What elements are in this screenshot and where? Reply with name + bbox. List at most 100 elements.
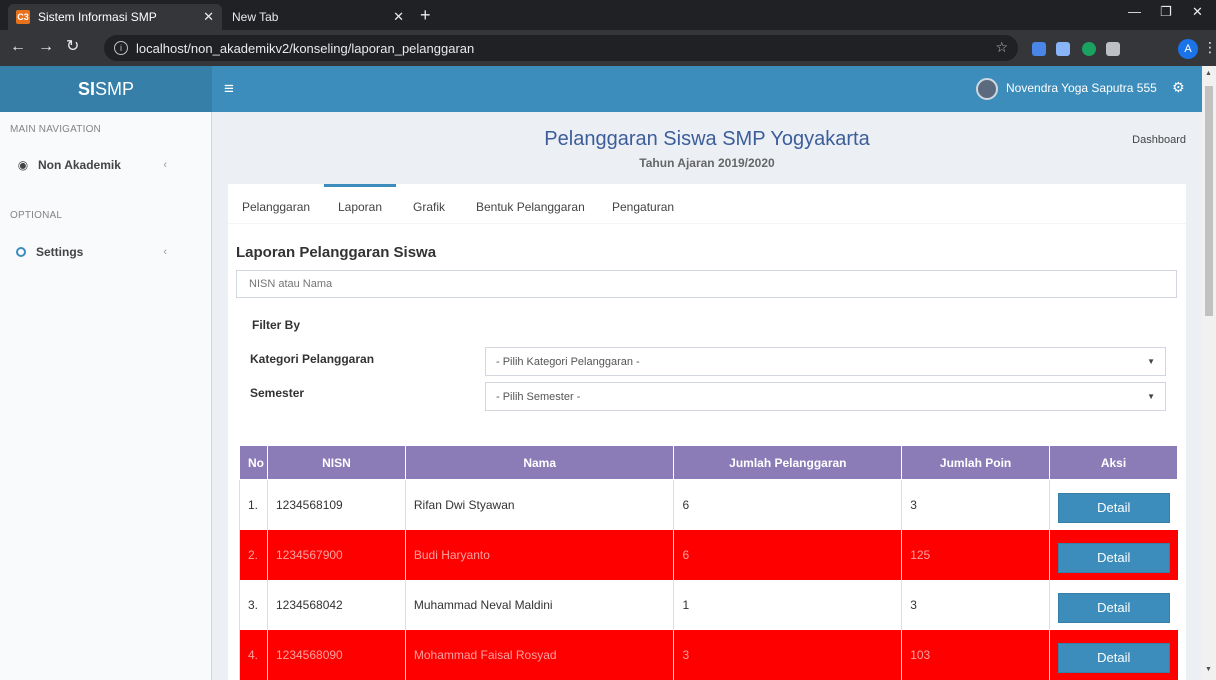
extension-icon[interactable] <box>1106 42 1120 56</box>
browser-tab-inactive[interactable]: New Tab ✕ <box>224 4 412 30</box>
logo-text: SMP <box>95 78 135 99</box>
filter-title: Filter By <box>252 318 301 332</box>
column-header: Jumlah Pelanggaran <box>673 445 903 480</box>
extension-icon[interactable] <box>1082 42 1096 56</box>
maximize-icon[interactable]: ❐ <box>1160 4 1172 20</box>
weather-extension-icon[interactable] <box>1056 42 1070 56</box>
cell-nama: Mohammad Faisal Rosyad <box>404 629 674 680</box>
report-panel: Pelanggaran Laporan Grafik Bentuk Pelang… <box>228 184 1186 680</box>
cell-aksi: Detail <box>1048 529 1178 580</box>
sidebar-item-label: Settings <box>36 245 84 259</box>
tab-bentuk-pelanggaran[interactable]: Bentuk Pelanggaran <box>476 184 585 224</box>
tab-pengaturan[interactable]: Pengaturan <box>612 184 674 224</box>
optional-header: OPTIONAL <box>10 210 63 221</box>
table-row: 2. 1234567900 Budi Haryanto 6 125 Detail <box>239 529 1178 580</box>
tab-grafik[interactable]: Grafik <box>413 184 445 224</box>
cell-aksi: Detail <box>1048 479 1178 530</box>
info-icon[interactable]: i <box>114 41 128 55</box>
page-title: Pelanggaran Siswa SMP Yogyakarta <box>544 128 870 150</box>
scrollbar-thumb[interactable] <box>1205 86 1213 316</box>
violations-table: No NISN Nama Jumlah Pelanggaran Jumlah P… <box>239 445 1179 680</box>
cell-jumlah-poin: 125 <box>901 529 1050 580</box>
reload-icon[interactable]: ↻ <box>66 38 79 56</box>
app-favicon-icon: C3 <box>16 10 30 24</box>
dashboard-icon: ◉ <box>17 158 29 172</box>
main-navigation-header: MAIN NAVIGATION <box>10 124 101 135</box>
menu-toggle-icon[interactable]: ≡ <box>224 79 234 99</box>
profile-avatar[interactable]: A <box>1178 39 1198 59</box>
detail-button[interactable]: Detail <box>1057 542 1170 573</box>
table-header-row: No NISN Nama Jumlah Pelanggaran Jumlah P… <box>239 445 1179 480</box>
app-header: SI SMP ≡ Novendra Yoga Saputra 555 ⚙ <box>0 66 1202 112</box>
cell-jumlah-pelanggaran: 6 <box>673 479 902 530</box>
semester-select-value: - Pilih Semester - <box>496 390 581 403</box>
close-tab-icon[interactable]: ✕ <box>203 9 214 25</box>
column-header: No <box>239 445 268 480</box>
filter-label-semester: Semester <box>250 386 305 400</box>
bookmark-star-icon[interactable]: ☆ <box>995 39 1008 56</box>
cell-no: 1. <box>239 479 268 530</box>
logo-bold-text: SI <box>77 78 95 99</box>
table-row: 4. 1234568090 Mohammad Faisal Rosyad 3 1… <box>239 629 1178 680</box>
sidebar-item-label: Non Akademik <box>38 158 121 172</box>
sidebar: MAIN NAVIGATION ◉ Non Akademik ‹ OPTIONA… <box>0 112 212 680</box>
cell-no: 4. <box>239 629 268 680</box>
cell-nama: Muhammad Neval Maldini <box>404 579 674 630</box>
sidebar-item-settings[interactable]: Settings ‹ <box>0 239 211 265</box>
detail-button[interactable]: Detail <box>1057 492 1170 523</box>
browser-menu-icon[interactable]: ⋮ <box>1203 39 1216 56</box>
browser-address-bar: ← → ↻ i localhost/non_akademikv2/konseli… <box>0 30 1216 66</box>
scroll-down-icon[interactable]: ▼ <box>1205 666 1212 673</box>
cell-jumlah-pelanggaran: 3 <box>673 629 902 680</box>
column-header: Nama <box>404 445 675 480</box>
dropdown-arrow-icon: ▼ <box>1147 357 1155 366</box>
tab-laporan[interactable]: Laporan <box>324 184 396 224</box>
close-tab-icon[interactable]: ✕ <box>393 9 404 25</box>
window-close-icon[interactable]: ✕ <box>1192 4 1203 20</box>
cell-nisn: 1234568042 <box>266 579 406 630</box>
cell-jumlah-poin: 3 <box>901 579 1050 630</box>
cell-jumlah-poin: 103 <box>901 629 1050 680</box>
tab-title: New Tab <box>232 10 279 24</box>
browser-tab-active[interactable]: C3 Sistem Informasi SMP ✕ <box>8 4 222 30</box>
column-header: Aksi <box>1048 445 1179 480</box>
forward-icon[interactable]: → <box>38 38 54 56</box>
scroll-up-icon[interactable]: ▲ <box>1205 70 1212 77</box>
user-name[interactable]: Novendra Yoga Saputra 555 <box>1006 81 1157 95</box>
table-row: 1. 1234568109 Rifan Dwi Styawan 6 3 Deta… <box>239 479 1178 530</box>
top-navbar: ≡ Novendra Yoga Saputra 555 ⚙ <box>212 66 1202 112</box>
dropdown-arrow-icon: ▼ <box>1147 392 1155 401</box>
translate-extension-icon[interactable] <box>1032 42 1046 56</box>
cell-nama: Rifan Dwi Styawan <box>404 479 674 530</box>
gears-icon[interactable]: ⚙ <box>1172 79 1185 96</box>
url-field[interactable]: i localhost/non_akademikv2/konseling/lap… <box>104 35 1018 61</box>
filter-label-kategori: Kategori Pelanggaran <box>250 352 375 366</box>
column-header: NISN <box>266 445 406 480</box>
semester-select[interactable]: - Pilih Semester - ▼ <box>485 382 1166 411</box>
main-content: Pelanggaran Siswa SMP Yogyakarta Tahun A… <box>212 112 1202 680</box>
minimize-icon[interactable]: — <box>1128 4 1141 19</box>
detail-button[interactable]: Detail <box>1057 642 1170 673</box>
column-header: Jumlah Poin <box>901 445 1050 480</box>
page-subtitle: Tahun Ajaran 2019/2020 <box>639 156 775 170</box>
back-icon[interactable]: ← <box>10 38 26 56</box>
app-logo[interactable]: SI SMP <box>0 66 212 112</box>
circle-icon <box>16 247 26 257</box>
chevron-left-icon: ‹ <box>163 246 167 258</box>
browser-tab-bar: C3 Sistem Informasi SMP ✕ New Tab ✕ + — … <box>0 0 1216 30</box>
detail-button[interactable]: Detail <box>1057 592 1170 623</box>
breadcrumb[interactable]: Dashboard <box>1132 134 1186 146</box>
cell-jumlah-poin: 3 <box>901 479 1050 530</box>
page-scrollbar[interactable]: ▲ ▼ <box>1202 66 1216 680</box>
cell-no: 2. <box>239 529 268 580</box>
cell-nisn: 1234568109 <box>266 479 406 530</box>
new-tab-icon[interactable]: + <box>420 6 431 24</box>
kategori-select[interactable]: - Pilih Kategori Pelanggaran - ▼ <box>485 347 1166 376</box>
cell-nisn: 1234567900 <box>266 529 406 580</box>
cell-no: 3. <box>239 579 268 630</box>
user-avatar[interactable] <box>976 78 998 100</box>
sidebar-item-non-akademik[interactable]: ◉ Non Akademik ‹ <box>0 152 211 178</box>
tab-pelanggaran[interactable]: Pelanggaran <box>242 184 310 224</box>
kategori-select-value: - Pilih Kategori Pelanggaran - <box>496 355 640 368</box>
search-input[interactable] <box>236 270 1177 298</box>
